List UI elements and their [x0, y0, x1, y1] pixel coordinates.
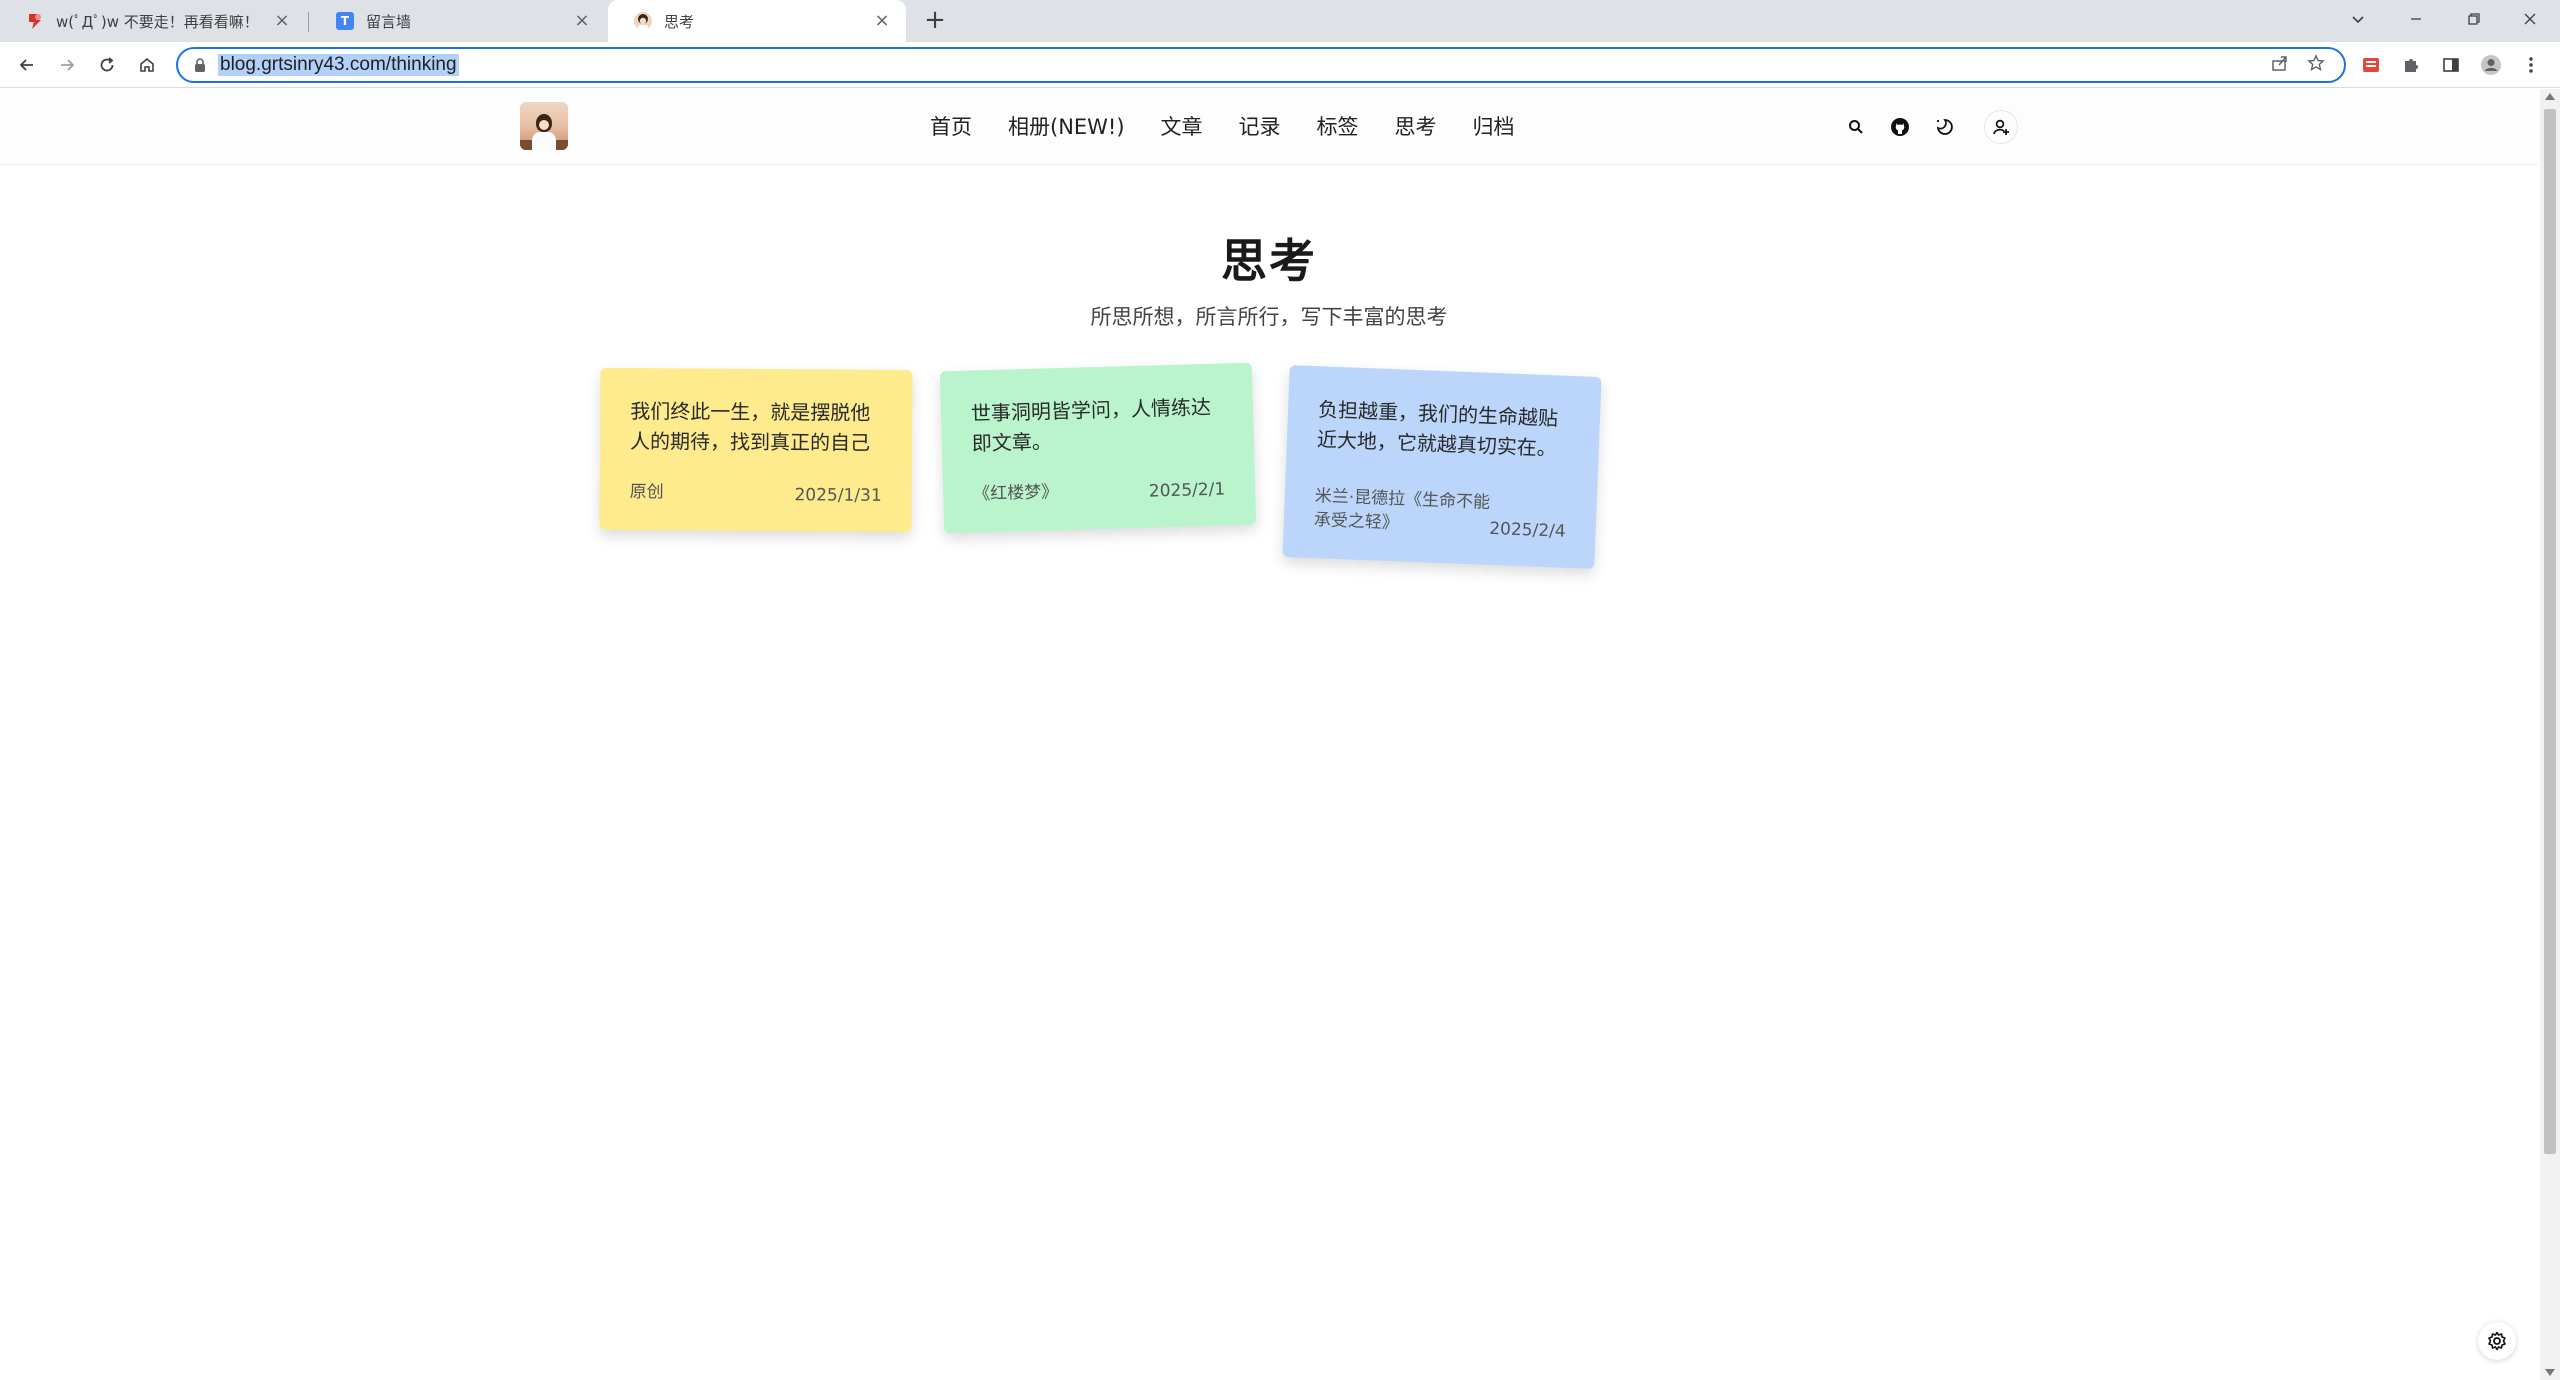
minimize-button[interactable] [2388, 0, 2444, 38]
profile-icon[interactable] [2476, 50, 2506, 80]
thought-card-2[interactable]: 世事洞明皆学问，人情练达即文章。 《红楼梦》 2025/2/1 [939, 362, 1257, 534]
thought-meta: 《红楼梦》 2025/2/1 [973, 475, 1226, 506]
url-text[interactable]: blog.grtsinry43.com/thinking [218, 54, 459, 76]
nav-item-articles[interactable]: 文章 [1143, 111, 1221, 143]
extension-icon[interactable] [2356, 50, 2386, 80]
restore-button[interactable] [2446, 0, 2502, 38]
github-icon[interactable] [1886, 113, 1914, 141]
thought-date: 2025/2/4 [1488, 518, 1566, 542]
tab-search-icon[interactable] [2330, 0, 2386, 38]
scroll-down-arrow-icon[interactable] [2545, 1369, 2555, 1376]
page-subtitle: 所思所想，所言所行，写下丰富的思考 [1090, 305, 1448, 329]
site-logo[interactable] [520, 102, 568, 150]
side-panel-icon[interactable] [2436, 50, 2466, 80]
forward-icon[interactable] [52, 50, 82, 80]
address-bar[interactable]: blog.grtsinry43.com/thinking [176, 47, 2346, 83]
menu-icon[interactable] [2516, 50, 2546, 80]
thought-date: 2025/2/1 [1148, 479, 1226, 502]
browser-tab-2[interactable]: T 留言墙 × [310, 0, 606, 42]
tab-divider [308, 12, 309, 32]
tab-favicon-icon [634, 12, 652, 30]
tab-title: 留言墙 [366, 12, 412, 31]
nav-item-archive[interactable]: 归档 [1455, 111, 1533, 143]
browser-tab-3-active[interactable]: 思考 × [608, 0, 906, 42]
page-viewport: 首页 相册(NEW!) 文章 记录 标签 思考 归档 思考 所思所想，所言所行，… [0, 89, 2538, 1380]
new-tab-button[interactable]: + [922, 7, 948, 34]
close-window-button[interactable] [2502, 0, 2558, 38]
browser-tab-strip: w(ﾟДﾟ)w 不要走！再看看嘛！ × T 留言墙 × 思考 × + [0, 0, 2560, 42]
nav-item-thinking[interactable]: 思考 [1377, 111, 1455, 143]
back-icon[interactable] [12, 50, 42, 80]
lock-icon[interactable] [192, 57, 208, 73]
thought-date: 2025/1/31 [794, 485, 882, 506]
puzzle-icon[interactable] [2396, 50, 2426, 80]
share-icon[interactable] [2268, 54, 2292, 78]
thought-source: 《红楼梦》 [972, 482, 1059, 505]
home-icon[interactable] [132, 50, 162, 80]
site-header: 首页 相册(NEW!) 文章 记录 标签 思考 归档 [0, 89, 2538, 165]
browser-tab-1[interactable]: w(ﾟДﾟ)w 不要走！再看看嘛！ × [0, 0, 306, 42]
theme-toggle-icon[interactable] [1930, 113, 1958, 141]
nav-item-records[interactable]: 记录 [1221, 111, 1299, 143]
tab-title: 思考 [664, 12, 695, 31]
thought-text: 我们终此一生，就是摆脱他人的期待，找到真正的自己 [629, 399, 871, 455]
user-icon[interactable] [1984, 110, 2018, 144]
logo-face [539, 120, 549, 130]
thought-source: 原创 [629, 482, 664, 503]
browser-toolbar: blog.grtsinry43.com/thinking [0, 42, 2560, 88]
thought-text: 世事洞明皆学问，人情练达即文章。 [970, 394, 1212, 456]
tab-title: w(ﾟДﾟ)w 不要走！再看看嘛！ [56, 12, 259, 31]
tab-close-icon[interactable]: × [872, 11, 892, 31]
logo-body [532, 132, 556, 150]
scrollbar-thumb[interactable] [2544, 109, 2556, 1154]
tab-favicon-icon: T [336, 12, 354, 30]
thought-card-1[interactable]: 我们终此一生，就是摆脱他人的期待，找到真正的自己 原创 2025/1/31 [599, 367, 913, 533]
tab-favicon-icon [26, 12, 44, 30]
nav-item-tags[interactable]: 标签 [1299, 111, 1377, 143]
star-icon[interactable] [2304, 54, 2328, 78]
tab-close-icon[interactable]: × [272, 11, 292, 31]
thought-meta: 原创 2025/1/31 [630, 480, 882, 506]
nav-item-home[interactable]: 首页 [912, 111, 990, 143]
thought-source: 米兰·昆德拉《生命不能承受之轻》 [1313, 486, 1491, 534]
search-icon[interactable] [1842, 113, 1870, 141]
tab-close-icon[interactable]: × [572, 11, 592, 31]
thought-meta: 米兰·昆德拉《生命不能承受之轻》 2025/2/4 [1313, 484, 1567, 542]
nav-item-album[interactable]: 相册(NEW!) [990, 111, 1143, 143]
thought-text: 负担越重，我们的生命越贴近大地，它就越真切实在。 [1316, 397, 1559, 461]
gear-icon[interactable] [2478, 1322, 2516, 1360]
reload-icon[interactable] [92, 50, 122, 80]
page-scrollbar[interactable] [2540, 89, 2560, 1380]
scroll-up-arrow-icon[interactable] [2545, 93, 2555, 100]
page-title: 思考 [1221, 234, 1317, 288]
main-nav: 首页 相册(NEW!) 文章 记录 标签 思考 归档 [912, 111, 1533, 143]
thought-card-3[interactable]: 负担越重，我们的生命越贴近大地，它就越真切实在。 米兰·昆德拉《生命不能承受之轻… [1282, 365, 1602, 569]
